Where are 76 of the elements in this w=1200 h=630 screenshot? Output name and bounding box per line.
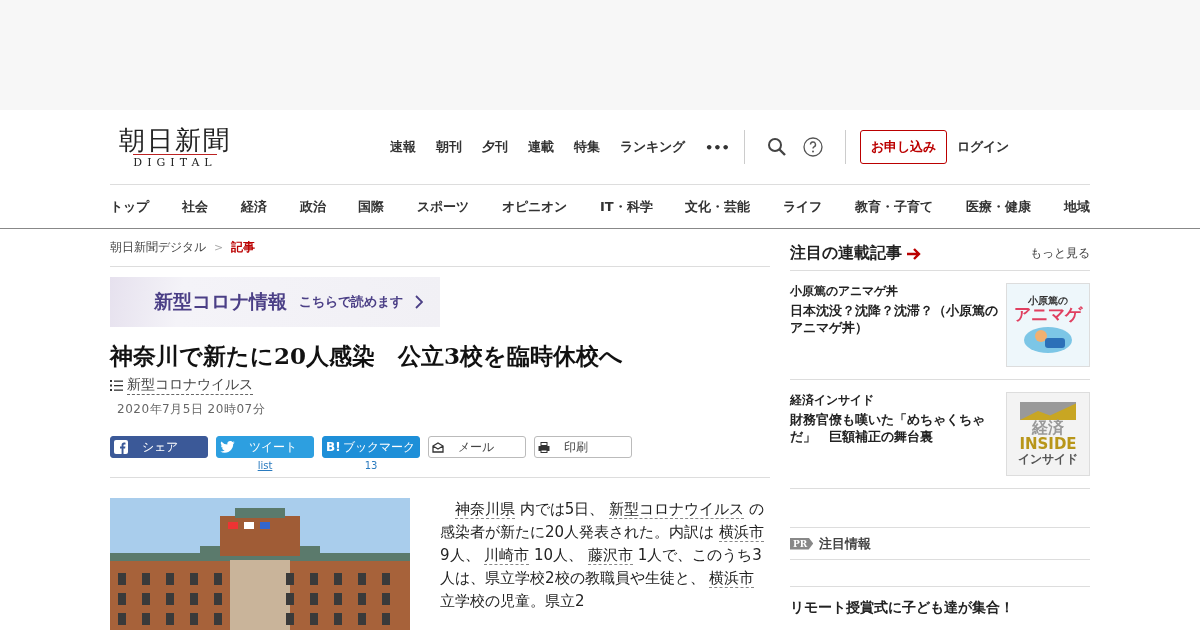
bird-icon (220, 441, 235, 453)
subscribe-button[interactable]: お申し込み (859, 130, 947, 164)
help-button[interactable] (802, 137, 823, 157)
article-date: 2020年7月5日 20時07分 (117, 401, 267, 418)
thumbnail-caption: インサイド (1018, 452, 1078, 466)
nav-link[interactable]: 連載 (528, 138, 554, 156)
breadcrumb-link[interactable]: 朝日新聞デジタル (110, 239, 206, 256)
pr-badge: PR (790, 537, 814, 550)
nav-link[interactable]: 速報 (390, 138, 416, 156)
inline-link[interactable]: 神奈川県 (455, 500, 515, 519)
share-button[interactable]: シェア (110, 436, 208, 458)
category-link[interactable]: 国際 (358, 197, 385, 216)
thumbnail-title: アニマゲ (1014, 306, 1082, 325)
envelope-icon (432, 441, 444, 453)
logo-title: 朝日新聞 (119, 125, 231, 154)
category-link[interactable]: トップ (110, 197, 149, 216)
article-link[interactable]: 日本沈没？沈降？沈滞？（小原篤のアニマゲ丼） (790, 302, 1002, 336)
share-button[interactable]: B! ブックマーク (322, 436, 420, 458)
section-heading: 注目の連載記事 (790, 243, 902, 264)
article-paragraph: 神奈川県 内では5日、 新型コロナウイルス の感染者が新たに20人発表された。内訳は 横浜市 9人、 川崎市 10人、 藤沢市 1人で、このうち3人は、県立学校2校の教職員や生徒と、 横浜市 立学校の児童。県立2 (440, 499, 765, 612)
thumbnail-label: 小原篤の (1028, 295, 1068, 306)
logo[interactable]: 朝日新聞 DIGITAL (110, 125, 240, 169)
category-link[interactable]: ライフ (783, 197, 823, 216)
article-title: 神奈川で新たに20人感染 公立3校を臨時休校へ (110, 341, 624, 371)
promo-title[interactable]: リモート授賞式に子ども達が集合！ (790, 586, 1090, 617)
category-link[interactable]: 教育・子育て (855, 197, 934, 216)
printer-icon (538, 441, 550, 453)
series-name: 経済インサイド (790, 392, 875, 409)
category-link[interactable]: 社会 (181, 197, 208, 216)
breadcrumb-separator: > (214, 241, 224, 254)
banner-title: 新型コロナ情報 (154, 289, 287, 314)
category-link[interactable]: スポーツ (417, 197, 470, 216)
help-icon (802, 137, 823, 157)
more-menu[interactable]: ••• (705, 139, 730, 155)
search-icon (766, 137, 787, 157)
inline-link[interactable]: 新型コロナウイルス (609, 500, 745, 519)
figure-drawing (1023, 324, 1073, 355)
topic-link[interactable]: 新型コロナウイルス (127, 376, 253, 395)
breadcrumb-link[interactable]: 記事 (231, 239, 256, 256)
section-heading: 注目情報 (819, 534, 872, 553)
nav-link[interactable]: 朝刊 (436, 138, 462, 156)
inline-link[interactable]: 横浜市 (718, 523, 764, 542)
chevron-icon (415, 295, 423, 309)
category-link[interactable]: 政治 (299, 197, 326, 216)
inline-link[interactable]: 川崎市 (484, 546, 530, 565)
share-count[interactable]: list (257, 460, 273, 471)
nav-link[interactable]: 夕刊 (482, 138, 508, 156)
banner-link: こちらで読めます (299, 293, 403, 311)
more-link[interactable]: もっと見る (1030, 245, 1090, 262)
thumbnail-subtitle: INSIDE (1019, 437, 1077, 453)
list-icon (110, 380, 123, 391)
category-link[interactable]: 地域 (1063, 197, 1090, 216)
chart-drawing (1020, 402, 1076, 421)
article-link[interactable]: 財務官僚も嘆いた「めちゃくちゃだ」 巨額補正の舞台裏 (790, 411, 1002, 445)
category-link[interactable]: オピニオン (502, 197, 568, 216)
category-link[interactable]: 経済 (240, 197, 267, 216)
share-count[interactable]: 13 (364, 460, 378, 471)
search-button[interactable] (766, 137, 787, 157)
nav-link[interactable]: 特集 (574, 138, 600, 156)
category-link[interactable]: IT・科学 (599, 197, 653, 216)
login-link[interactable]: ログイン (956, 138, 1009, 156)
nav-link[interactable]: ランキング (620, 138, 685, 156)
facebook-icon (114, 440, 128, 454)
thumbnail-title: 経済 (1032, 420, 1064, 438)
category-link[interactable]: 医療・健康 (966, 197, 1031, 216)
share-button[interactable]: 印刷 (534, 436, 632, 458)
series-name: 小原篤のアニマゲ丼 (790, 283, 899, 300)
inline-link[interactable]: 藤沢市 (587, 546, 633, 565)
thumbnail[interactable]: 小原篤の アニマゲ (1006, 283, 1090, 367)
corona-banner[interactable]: 新型コロナ情報 こちらで読めます (110, 277, 440, 327)
arrow-icon (906, 247, 922, 260)
inline-link[interactable]: 横浜市 (709, 569, 755, 588)
share-button[interactable]: メール (428, 436, 526, 458)
thumbnail[interactable]: 経済 INSIDE インサイド (1006, 392, 1090, 476)
logo-subtitle: DIGITAL (133, 153, 217, 169)
category-link[interactable]: 文化・芸能 (685, 197, 751, 216)
